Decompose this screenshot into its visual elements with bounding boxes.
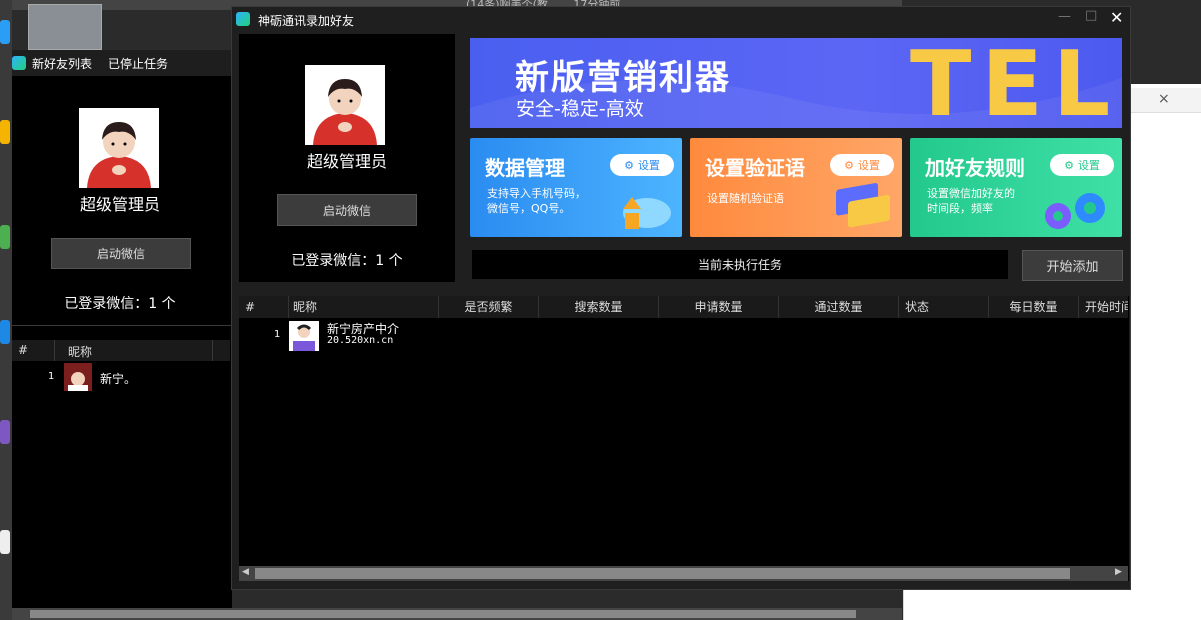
banner-title: 新版营销利器	[515, 58, 731, 98]
card-data-management[interactable]: 数据管理 ⚙ 设置 支持导入手机号码， 微信号，QQ号。	[470, 138, 682, 237]
rules-settings-button[interactable]: ⚙ 设置	[1050, 154, 1114, 176]
card-desc: 设置微信加好友的 时间段，频率	[927, 187, 1015, 215]
main-titlebar: 神砺通讯录加好友 — □ ✕	[232, 7, 1130, 33]
verify-settings-button[interactable]: ⚙ 设置	[830, 154, 894, 176]
avatar	[79, 108, 159, 188]
app-shortcut-icon[interactable]	[0, 320, 10, 344]
table-row[interactable]: 1 新宁。	[12, 363, 230, 391]
scroll-right-arrow-icon[interactable]: ▶	[1115, 567, 1122, 577]
column-passed-count[interactable]: 通过数量	[779, 296, 899, 318]
settings-gear-icon: ⚙	[844, 158, 854, 172]
settings-gear-icon: ⚙	[624, 158, 634, 172]
app-shortcut-icon[interactable]	[0, 530, 10, 554]
column-nickname[interactable]: 昵称	[68, 343, 92, 360]
logged-in-count: 已登录微信：1 个	[64, 296, 176, 312]
close-button[interactable]: ✕	[1110, 8, 1123, 27]
gears-icon	[1045, 193, 1105, 229]
avatar	[305, 65, 385, 145]
table-row[interactable]: 1 新宁房产中介 20.520xn.cn	[239, 319, 1128, 351]
app-logo-icon	[236, 12, 250, 26]
scrollbar-thumb[interactable]	[30, 610, 856, 618]
left-table-header: # 昵称	[12, 340, 230, 361]
app-logo-icon	[12, 56, 26, 70]
start-add-button[interactable]: 开始添加	[1022, 250, 1123, 281]
divider	[12, 325, 232, 326]
card-friend-rules[interactable]: 加好友规则 ⚙ 设置 设置微信加好友的 时间段，频率	[910, 138, 1122, 237]
settings-gear-icon: ⚙	[1064, 158, 1074, 172]
row-index: 1	[48, 371, 55, 382]
avatar-illustration-icon	[79, 108, 159, 188]
card-desc: 设置随机验证语	[707, 192, 784, 205]
column-daily-count[interactable]: 每日数量	[989, 296, 1079, 318]
maximize-button[interactable]: □	[1085, 8, 1097, 23]
table-header: # 昵称 是否频繁 搜索数量 申请数量 通过数量 状态 每日数量 开始时间	[239, 296, 1128, 318]
launch-wechat-button[interactable]: 启动微信	[277, 194, 417, 226]
row-index: 1	[274, 329, 281, 340]
horizontal-scrollbar[interactable]	[12, 608, 902, 620]
settings-label: 设置	[857, 159, 880, 172]
user-name: 超级管理员	[306, 152, 387, 171]
launch-wechat-button[interactable]: 启动微信	[51, 238, 191, 269]
avatar-illustration-icon	[305, 65, 385, 145]
column-status[interactable]: 状态	[899, 296, 989, 318]
card-title: 数据管理	[485, 156, 565, 180]
app-shortcut-icon[interactable]	[0, 420, 10, 444]
avatar-illustration-icon	[289, 321, 319, 351]
task-status-label: 已停止任务	[108, 57, 169, 71]
column-request-count[interactable]: 申请数量	[659, 296, 779, 318]
column-nickname[interactable]: 昵称	[289, 296, 439, 318]
row-avatar	[64, 363, 92, 391]
row-avatar	[289, 321, 319, 351]
logged-in-count: 已登录微信：1 个	[291, 253, 403, 269]
column-frequent[interactable]: 是否频繁	[439, 296, 539, 318]
card-title: 加好友规则	[925, 156, 1025, 180]
column-divider	[54, 340, 55, 361]
row-nickname: 新宁。	[100, 372, 137, 386]
column-index[interactable]: #	[239, 296, 289, 318]
column-index[interactable]: #	[18, 343, 28, 357]
settings-label: 设置	[637, 159, 660, 172]
banner-subtitle: 安全-稳定-高效	[516, 98, 644, 120]
background-window-titlebar: ×	[1130, 88, 1201, 113]
banner-tel-text: TEL	[910, 38, 1121, 128]
task-status-bar: 当前未执行任务	[472, 250, 1008, 279]
app-shortcut-icon[interactable]	[0, 120, 10, 144]
minimize-button[interactable]: —	[1058, 9, 1071, 24]
card-desc: 支持导入手机号码， 微信号，QQ号。	[487, 187, 586, 215]
table-horizontal-scrollbar[interactable]: ◀ ▶	[239, 566, 1128, 581]
folder-thumbnail[interactable]	[28, 4, 102, 50]
main-window-title: 神砺通讯录加好友	[258, 14, 355, 28]
card-title: 设置验证语	[705, 156, 805, 180]
user-name: 超级管理员	[79, 195, 160, 214]
promo-banner: 新版营销利器 安全-稳定-高效 TEL	[470, 38, 1122, 128]
app-shortcut-icon[interactable]	[0, 20, 10, 44]
desktop-taskbar-strip	[0, 0, 12, 620]
cloud-upload-icon	[623, 197, 671, 229]
message-bubbles-icon	[836, 183, 890, 228]
column-start-time[interactable]: 开始时间	[1079, 296, 1128, 318]
app-shortcut-icon[interactable]	[0, 225, 10, 249]
data-settings-button[interactable]: ⚙ 设置	[610, 154, 674, 176]
scrollbar-thumb[interactable]	[255, 568, 1070, 579]
card-verify-message[interactable]: 设置验证语 ⚙ 设置 设置随机验证语	[690, 138, 902, 237]
settings-label: 设置	[1077, 159, 1100, 172]
left-window-title: 新好友列表	[32, 57, 93, 71]
column-divider	[212, 340, 213, 361]
avatar-illustration-icon	[64, 363, 92, 391]
left-window-titlebar: 新好友列表 已停止任务	[12, 50, 232, 76]
column-search-count[interactable]: 搜索数量	[539, 296, 659, 318]
scroll-left-arrow-icon[interactable]: ◀	[242, 567, 249, 577]
row-subtext: 20.520xn.cn	[327, 335, 394, 346]
background-close-icon[interactable]: ×	[1158, 91, 1170, 107]
